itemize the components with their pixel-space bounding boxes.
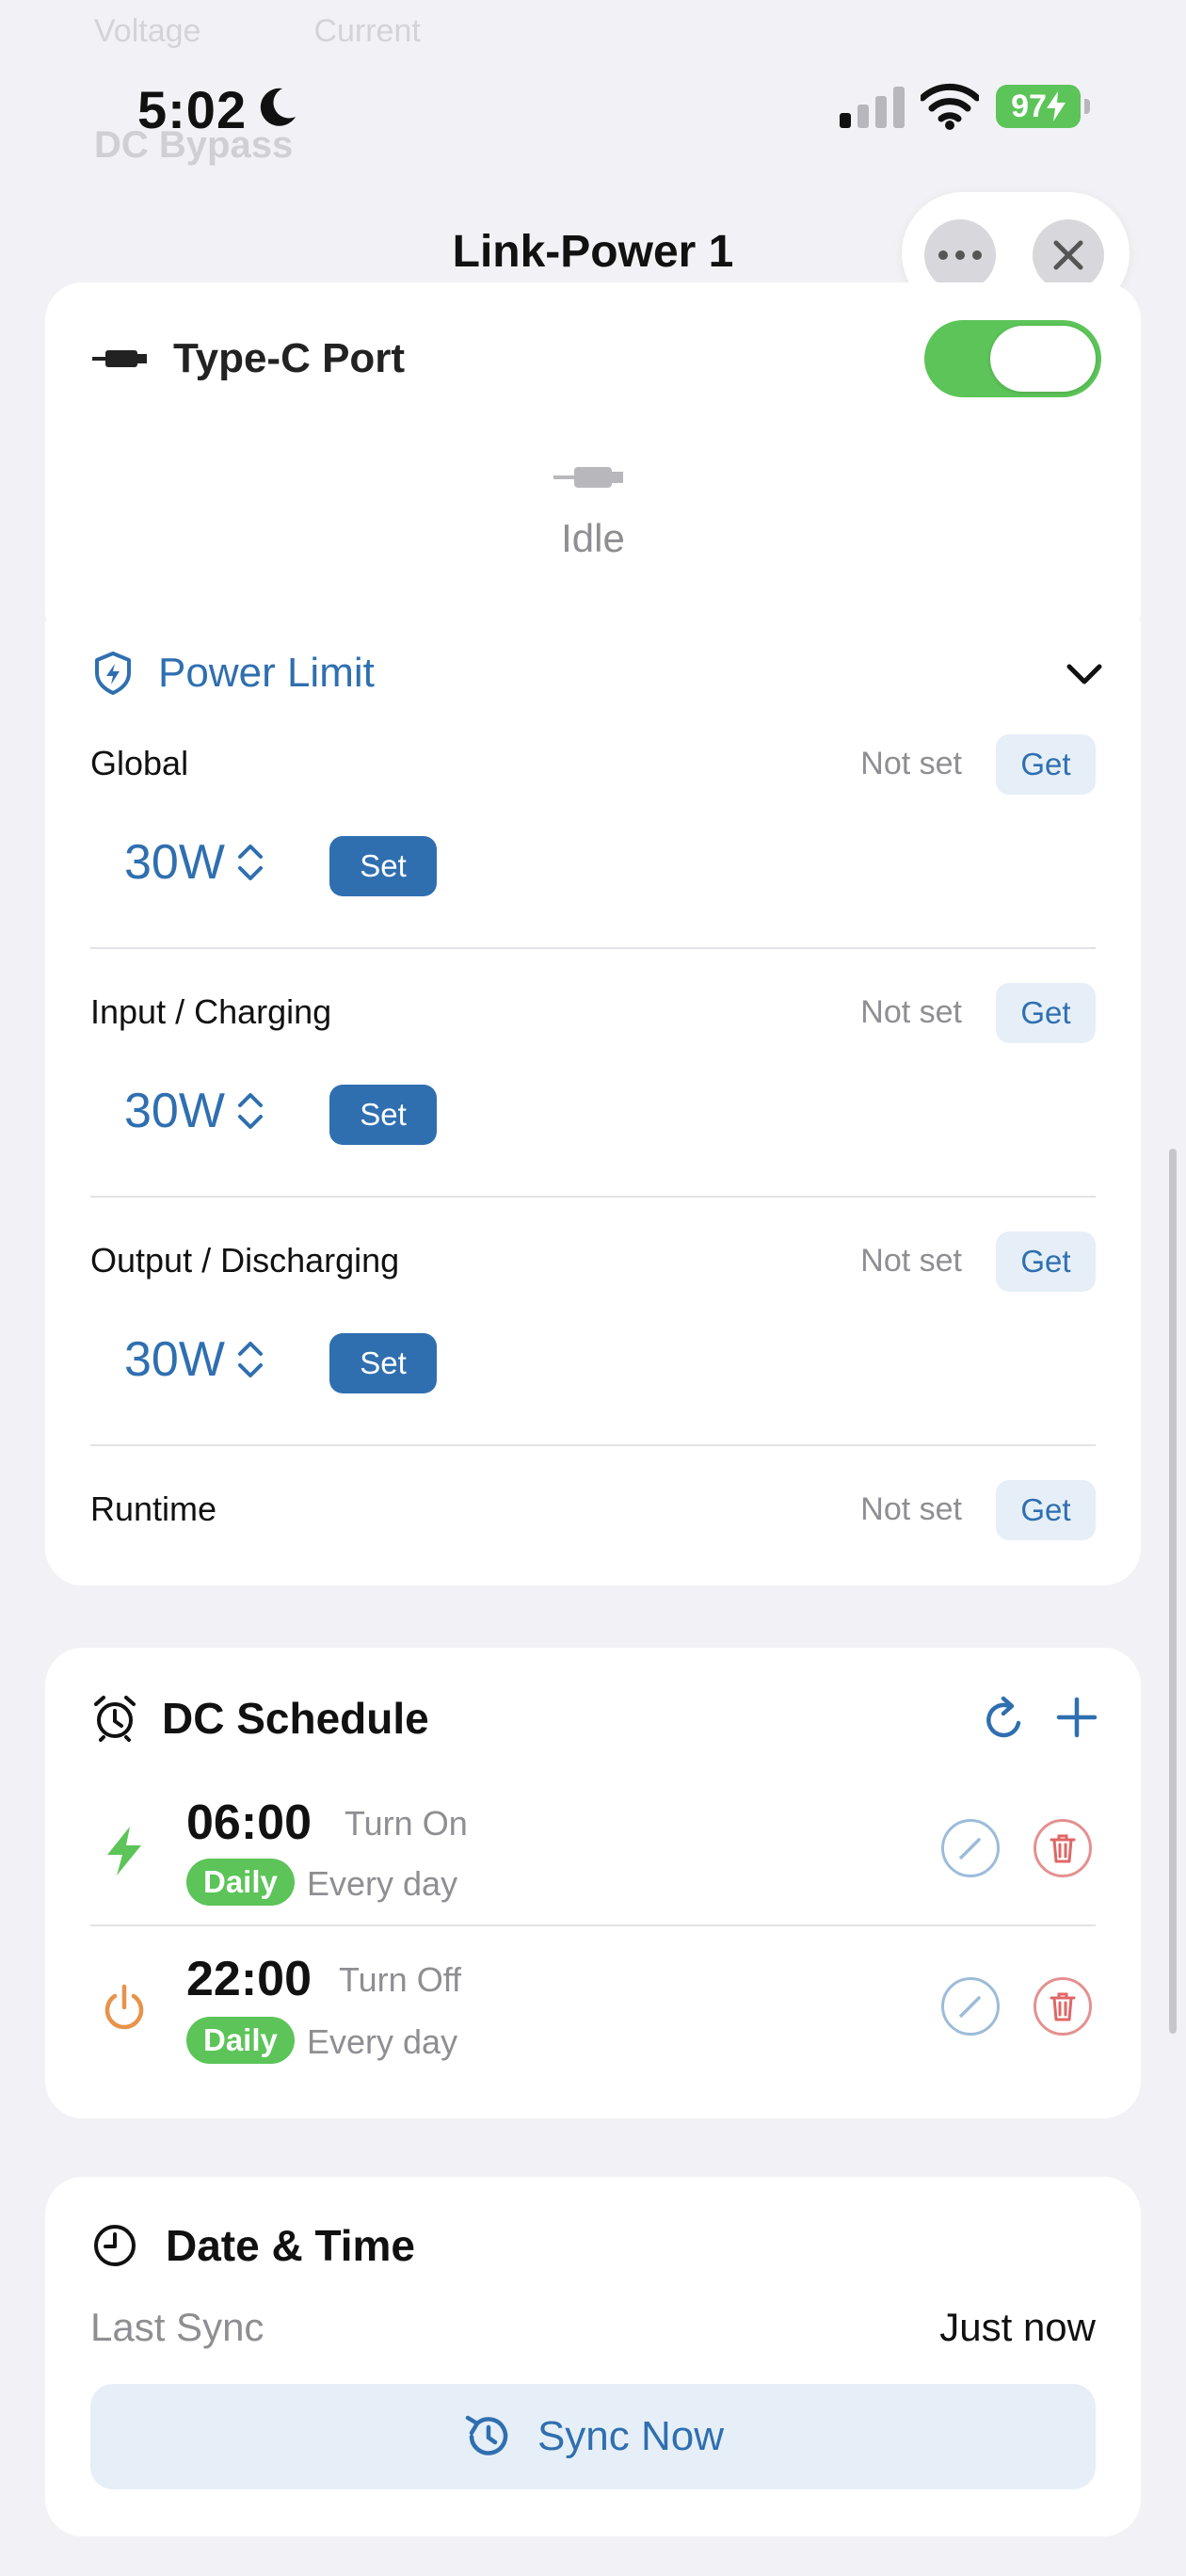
output-discharging-label: Output / Discharging [90,1241,400,1280]
global-label: Global [90,744,189,782]
divider [90,1444,1096,1446]
runtime-get-button[interactable]: Get [996,1480,1096,1540]
wifi-icon [921,83,979,130]
global-stepper[interactable]: 30W [124,834,264,891]
output-discharging-value: 30W [124,1332,225,1387]
refresh-icon[interactable] [981,1695,1028,1744]
status-time: 5:02 [137,80,248,139]
schedule-time: 06:00 [186,1795,312,1850]
dc-schedule-title: DC Schedule [162,1694,429,1743]
schedule-repeat: Every day [307,1864,458,1903]
usb-c-plug-icon [92,350,147,367]
input-charging-set-button[interactable]: Set [329,1085,437,1145]
schedule-time: 22:00 [186,1952,312,2006]
edit-button[interactable] [941,1819,1000,1877]
input-charging-get-button[interactable]: Get [996,983,1096,1043]
up-down-chevron-icon [237,1342,263,1377]
input-charging-label: Input / Charging [90,992,332,1031]
pencil-icon [958,1838,981,1860]
toggle-knob [990,326,1096,392]
trash-icon [1050,1992,1076,2021]
date-time-card: Date & Time Last Sync Just now Sync Now [45,2177,1141,2536]
scrollbar[interactable] [1169,1149,1177,2034]
type-c-card: Type-C Port Idle [45,282,1141,640]
output-discharging-get-button[interactable]: Get [996,1232,1096,1292]
type-c-toggle[interactable] [924,320,1101,397]
chevron-down-icon[interactable] [1066,663,1103,687]
up-down-chevron-icon [237,845,263,880]
trash-icon [1050,1834,1076,1863]
ellipsis-icon [938,250,982,260]
edit-button[interactable] [941,1977,1000,2036]
close-button[interactable] [1033,219,1104,291]
divider [90,947,1096,949]
battery-indicator: 97 [996,85,1090,128]
daily-badge: Daily [186,2017,295,2064]
sync-now-button[interactable]: Sync Now [90,2384,1096,2489]
shield-bolt-icon [95,652,131,695]
global-status: Not set [860,746,962,781]
daily-badge: Daily [186,1859,295,1906]
alarm-clock-icon [94,1696,136,1742]
charging-bolt-icon [1046,91,1066,121]
delete-button[interactable] [1034,1977,1092,2036]
sync-clock-icon [465,2415,508,2455]
more-button[interactable] [924,219,996,291]
runtime-status: Not set [860,1491,962,1527]
divider [90,1924,1096,1926]
power-icon [104,1984,144,2030]
input-charging-stepper[interactable]: 30W [124,1083,264,1139]
divider [90,1196,1096,1198]
battery-level: 97 [1011,88,1047,124]
global-set-button[interactable]: Set [329,836,437,896]
input-charging-status: Not set [860,994,962,1030]
global-value: 30W [124,835,225,890]
output-discharging-set-button[interactable]: Set [329,1333,437,1393]
schedule-action: Turn On [345,1804,468,1843]
power-limit-header[interactable]: Power Limit [92,650,375,697]
last-sync-value: Just now [939,2305,1096,2349]
runtime-label: Runtime [90,1489,217,1528]
type-c-header: Type-C Port [92,335,405,382]
status-bar: 5:02 97 [0,0,1186,217]
delete-button[interactable] [1034,1819,1092,1877]
schedule-action: Turn Off [339,1960,462,1999]
date-time-title: Date & Time [166,2221,416,2270]
global-get-button[interactable]: Get [996,734,1096,795]
output-discharging-status: Not set [860,1243,962,1279]
up-down-chevron-icon [237,1093,263,1129]
last-sync-label: Last Sync [90,2305,264,2349]
usb-c-idle-icon [553,467,623,488]
add-icon[interactable] [1056,1697,1098,1738]
bolt-icon [107,1827,141,1876]
dc-schedule-header: DC Schedule [92,1693,429,1744]
power-limit-title: Power Limit [158,650,375,696]
schedule-repeat: Every day [307,2022,458,2061]
date-time-header: Date & Time [92,2220,415,2271]
dc-schedule-card: DC Schedule 06:00 Turn On Daily Every da… [45,1648,1141,2118]
output-discharging-stepper[interactable]: 30W [124,1331,264,1388]
close-icon [1053,240,1083,270]
pencil-icon [958,1996,981,2019]
type-c-state: Idle [561,516,625,560]
moon-icon [260,88,296,126]
clock-icon [94,2225,136,2266]
sync-now-label: Sync Now [537,2413,725,2459]
power-limit-card: Power Limit Global Not set Get 30W Set I… [45,621,1141,1586]
type-c-title: Type-C Port [173,335,406,381]
cellular-signal-icon [840,87,905,128]
input-charging-value: 30W [124,1084,225,1138]
